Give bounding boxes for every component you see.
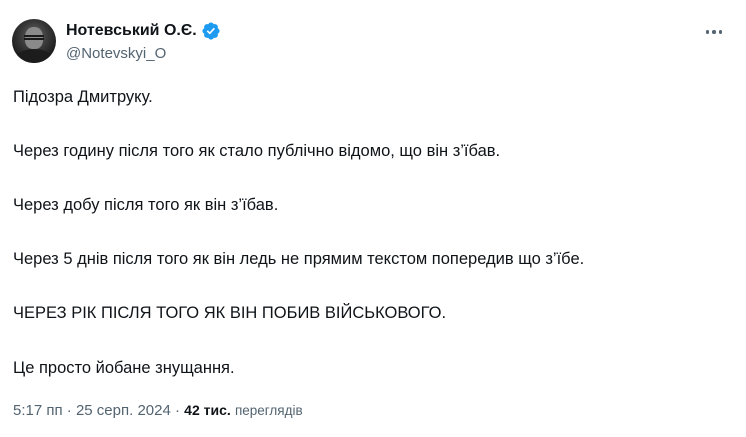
tweet-paragraph: Через 5 днів після того як він ледь не п… — [13, 250, 585, 268]
more-dot — [712, 30, 716, 34]
more-horizontal-icon[interactable] — [700, 22, 728, 42]
meta-separator: · — [66, 402, 72, 419]
tweet-paragraph: Це просто йобане знущання. — [13, 359, 235, 377]
more-dot — [718, 30, 723, 34]
avatar-shoulders — [16, 49, 52, 63]
tweet-paragraph: ЧЕРЕЗ РІК ПІСЛЯ ТОГО ЯК ВІН ПОБИВ ВІЙСЬК… — [13, 304, 447, 322]
tweet-date[interactable]: 25 серп. 2024 — [76, 402, 171, 419]
views-label: переглядів — [234, 403, 303, 418]
tweet-paragraph: Через добу після того як він з’їбав. — [13, 196, 279, 214]
avatar-glasses — [24, 35, 44, 40]
views-count[interactable]: 42 тис. — [184, 402, 231, 418]
avatar[interactable] — [12, 19, 56, 63]
author-handle[interactable]: @Notevskyi_O — [66, 44, 166, 64]
verified-badge-icon — [202, 22, 220, 40]
tweet-paragraph: Через годину після того як стало публічн… — [13, 142, 501, 160]
author-name-row: Нотевський О.Є. — [66, 21, 221, 41]
tweet-paragraph: Підозра Дмитруку. — [13, 88, 153, 106]
meta-separator: · — [175, 402, 180, 419]
tweet-time[interactable]: 5:17 пп — [13, 402, 63, 419]
tweet-meta: 5:17 пп · 25 серп. 2024 · 42 тис. перегл… — [13, 400, 303, 421]
more-dot — [705, 30, 710, 34]
author-display-name[interactable]: Нотевський О.Є. — [66, 21, 197, 41]
tweet-card: Нотевський О.Є. @Notevskyi_O Підозра Дми… — [0, 0, 746, 437]
